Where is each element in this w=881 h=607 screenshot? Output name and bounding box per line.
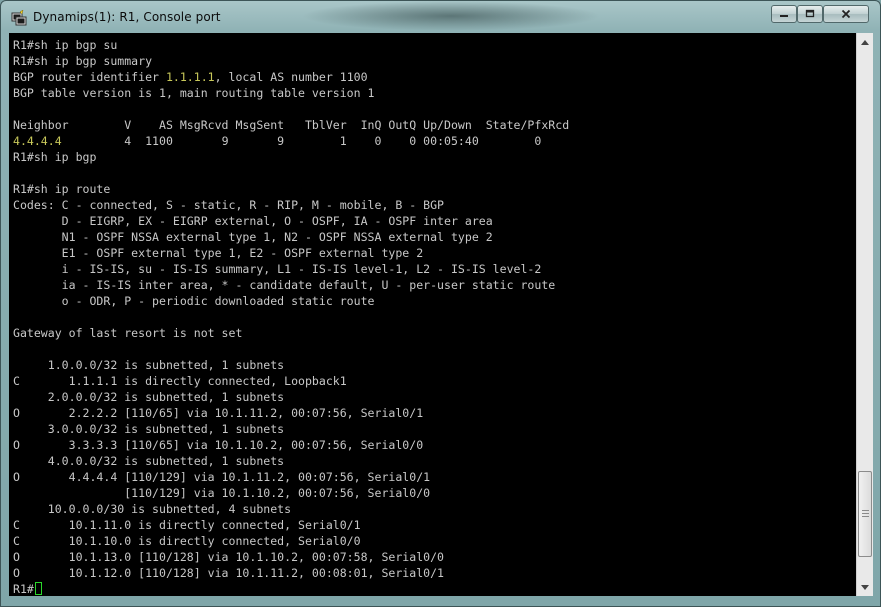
terminal-output: R1#sh ip bgp su R1#sh ip bgp summary BGP r… xyxy=(13,37,569,596)
terminal-line: O 10.1.12.0 [110/128] via 10.1.11.2, 00:… xyxy=(13,566,445,580)
terminal-line: 4.4.4.4 4 1100 9 9 1 0 0 00:05:40 0 xyxy=(13,134,542,148)
terminal-line: N1 - OSPF NSSA external type 1, N2 - OSP… xyxy=(13,230,493,244)
arrow-down-icon xyxy=(861,584,869,590)
terminal-line: BGP table version is 1, main routing tab… xyxy=(13,86,375,100)
terminal-line: Codes: C - connected, S - static, R - RI… xyxy=(13,198,445,212)
close-button[interactable] xyxy=(823,5,869,23)
arrow-up-icon xyxy=(861,39,869,45)
minimize-icon xyxy=(780,15,788,17)
minimize-button[interactable] xyxy=(771,5,797,23)
terminal-line: 1.0.0.0/32 is subnetted, 1 subnets xyxy=(13,358,285,372)
terminal-line: R1#sh ip bgp xyxy=(13,150,97,164)
terminal-line: 3.0.0.0/32 is subnetted, 1 subnets xyxy=(13,422,285,436)
terminal-line: C 10.1.10.0 is directly connected, Seria… xyxy=(13,534,361,548)
terminal-line: 4.0.0.0/32 is subnetted, 1 subnets xyxy=(13,454,285,468)
text-cursor xyxy=(34,582,42,595)
terminal-line: 2.0.0.0/32 is subnetted, 1 subnets xyxy=(13,390,285,404)
terminal-line: i - IS-IS, su - IS-IS summary, L1 - IS-I… xyxy=(13,262,542,276)
terminal-line: D - EIGRP, EX - EIGRP external, O - OSPF… xyxy=(13,214,493,228)
terminal-line: O 3.3.3.3 [110/65] via 10.1.10.2, 00:07:… xyxy=(13,438,424,452)
terminal-line: R1#sh ip bgp su xyxy=(13,38,118,52)
terminal-line: [110/129] via 10.1.10.2, 00:07:56, Seria… xyxy=(13,486,431,500)
terminal-line: o - ODR, P - periodic downloaded static … xyxy=(13,294,375,308)
terminal-line: O 2.2.2.2 [110/65] via 10.1.11.2, 00:07:… xyxy=(13,406,424,420)
scroll-up-button[interactable] xyxy=(857,33,873,50)
maximize-icon xyxy=(805,9,815,18)
terminal-line: 10.0.0.0/30 is subnetted, 4 subnets xyxy=(13,502,292,516)
window-title: Dynamips(1): R1, Console port xyxy=(33,10,221,24)
vertical-scrollbar[interactable] xyxy=(856,33,873,596)
terminal-line: O 10.1.13.0 [110/128] via 10.1.10.2, 00:… xyxy=(13,550,445,564)
scroll-thumb[interactable] xyxy=(858,471,872,557)
maximize-button[interactable] xyxy=(797,5,823,23)
terminal-line: C 10.1.11.0 is directly connected, Seria… xyxy=(13,518,361,532)
putty-terminal-icon[interactable] xyxy=(11,9,27,26)
terminal-line: BGP router identifier 1.1.1.1, local AS … xyxy=(13,70,368,84)
title-bar[interactable]: Dynamips(1): R1, Console port xyxy=(1,1,880,33)
terminal-line: O 4.4.4.4 [110/129] via 10.1.11.2, 00:07… xyxy=(13,470,431,484)
neighbor-highlight: 4.4.4.4 xyxy=(13,134,62,148)
terminal-line: R1#sh ip bgp summary xyxy=(13,54,153,68)
terminal-line: ia - IS-IS inter area, * - candidate def… xyxy=(13,278,556,292)
close-icon xyxy=(841,9,851,19)
scroll-down-button[interactable] xyxy=(857,579,873,596)
terminal-line: R1# xyxy=(13,581,569,596)
terminal-line: R1#sh ip route xyxy=(13,182,111,196)
terminal-line: Gateway of last resort is not set xyxy=(13,326,243,340)
terminal-line: E1 - OSPF external type 1, E2 - OSPF ext… xyxy=(13,246,424,260)
console-terminal[interactable]: R1#sh ip bgp su R1#sh ip bgp summary BGP r… xyxy=(9,33,856,596)
terminal-line: C 1.1.1.1 is directly connected, Loopbac… xyxy=(13,374,347,388)
terminal-line: Neighbor V AS MsgRcvd MsgSent TblVer InQ… xyxy=(13,118,570,132)
router-id-highlight: 1.1.1.1 xyxy=(165,70,215,84)
window-bottom-border xyxy=(1,596,880,606)
console-window: Dynamips(1): R1, Console port R1#sh ip b… xyxy=(0,0,881,607)
